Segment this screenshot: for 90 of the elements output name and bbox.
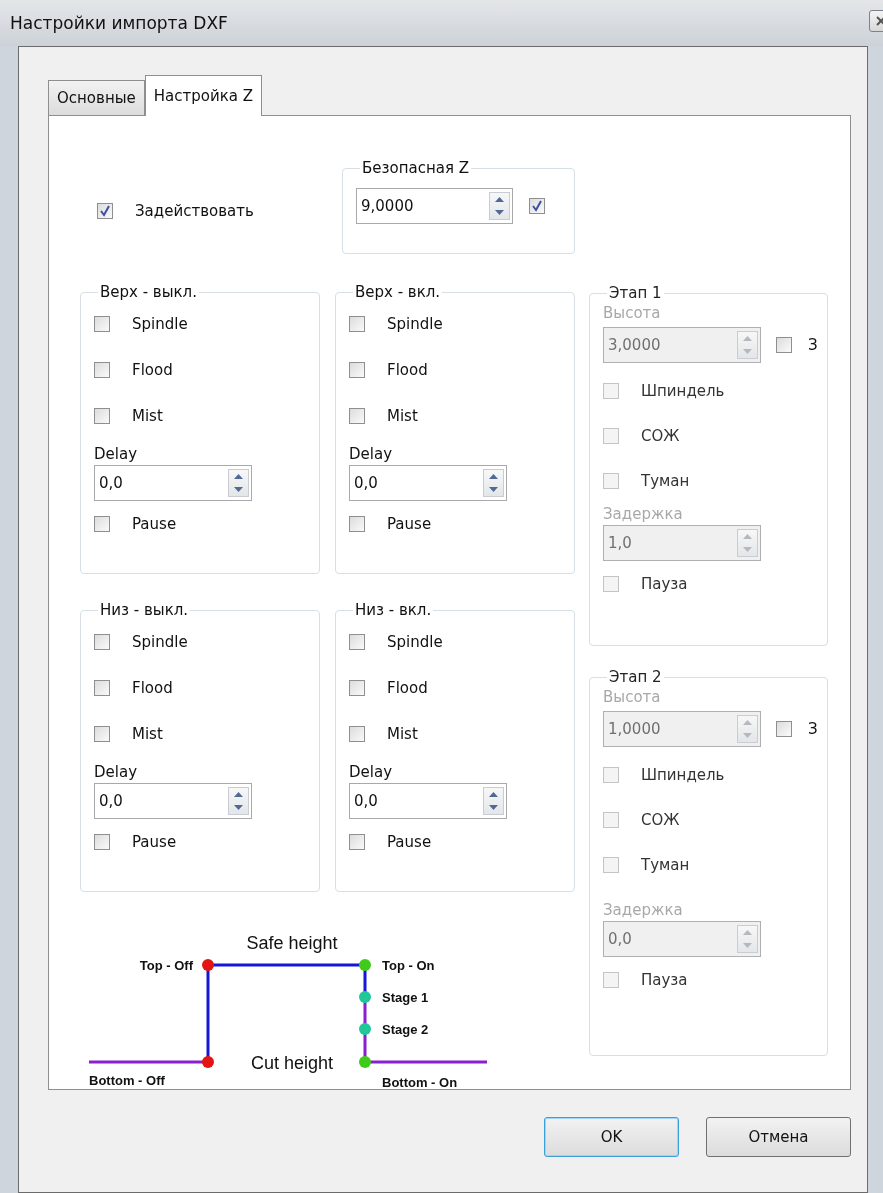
dialog-button[interactable]: OK xyxy=(544,1117,679,1157)
checkbox[interactable] xyxy=(94,634,110,650)
diagram-label: Cut height xyxy=(250,1053,334,1073)
checkbox[interactable] xyxy=(349,316,365,332)
checkbox-label: Задействовать xyxy=(135,201,254,220)
checkbox-label: СОЖ xyxy=(641,426,680,445)
diagram-label: Top - On xyxy=(382,958,435,973)
node-dot xyxy=(359,1023,371,1035)
checkbox[interactable] xyxy=(94,680,110,696)
number-field[interactable]: 9,0000 xyxy=(356,188,513,224)
checkbox[interactable] xyxy=(349,516,365,532)
checkbox-label: Flood xyxy=(132,361,173,379)
node-dot xyxy=(202,959,214,971)
height-label: Высота xyxy=(603,304,662,322)
checkbox-label: Flood xyxy=(387,679,428,697)
checkbox[interactable] xyxy=(94,408,110,424)
checkbox[interactable] xyxy=(529,198,545,214)
checkbox-label: Pause xyxy=(387,515,432,533)
checkbox-label: З xyxy=(808,336,818,354)
spinner-arrows-icon[interactable] xyxy=(483,469,504,497)
checkbox[interactable] xyxy=(94,834,110,850)
delay-label: Delay xyxy=(94,763,138,781)
checkbox-label: Pause xyxy=(132,515,177,533)
checkbox-label: Flood xyxy=(387,361,428,379)
window-title: Настройки импорта DXF xyxy=(10,13,228,33)
tab[interactable]: Настройка Z xyxy=(144,75,262,116)
checkbox[interactable] xyxy=(349,408,365,424)
checkbox[interactable] xyxy=(349,362,365,378)
delay-label: Delay xyxy=(349,445,393,463)
checkbox[interactable] xyxy=(94,316,110,332)
checkbox-label: Mist xyxy=(132,407,163,425)
group-title: Низ - вкл. xyxy=(354,601,433,619)
diagram-label: Bottom - Off xyxy=(89,1073,165,1088)
group-title: Низ - выкл. xyxy=(99,601,190,619)
spinner-arrows-icon[interactable] xyxy=(483,787,504,815)
stage-title: Этап 1 xyxy=(608,284,663,302)
checkbox-label: Туман xyxy=(641,471,690,490)
height-label: Высота xyxy=(603,688,662,706)
checkbox[interactable] xyxy=(349,680,365,696)
node-dot xyxy=(359,1056,371,1068)
checkbox[interactable] xyxy=(349,634,365,650)
number-field[interactable]: 0,0 xyxy=(349,465,507,501)
number-field[interactable]: 0,0 xyxy=(349,783,507,819)
group-title: Верх - выкл. xyxy=(99,283,198,301)
checkbox-label: Spindle xyxy=(132,633,188,651)
delay-label: Задержка xyxy=(603,901,684,919)
delay-label: Задержка xyxy=(603,505,684,523)
checkbox-label: Spindle xyxy=(387,633,443,651)
checkbox[interactable] xyxy=(94,726,110,742)
checkbox-label: Туман xyxy=(641,855,690,874)
spinner-arrows-icon[interactable] xyxy=(228,469,249,497)
checkbox-label: Mist xyxy=(387,407,418,425)
diagram-label: Bottom - On xyxy=(382,1075,458,1090)
checkbox-label: З xyxy=(808,720,818,738)
group-title: Верх - вкл. xyxy=(354,283,442,301)
delay-label: Delay xyxy=(349,763,393,781)
close-icon xyxy=(876,16,883,26)
diagram-label: Top - Off xyxy=(139,958,193,973)
checkbox[interactable] xyxy=(349,726,365,742)
checkbox-label: Pause xyxy=(387,833,432,851)
checkbox-label: Пауза xyxy=(641,971,688,989)
diagram-label: Safe height xyxy=(246,933,338,953)
checkbox-label: Шпиндель xyxy=(641,381,725,400)
tab[interactable]: Основные xyxy=(48,80,145,115)
node-dot xyxy=(202,1056,214,1068)
diagram-label: Stage 2 xyxy=(382,1022,429,1037)
checkbox[interactable] xyxy=(97,202,113,219)
checkbox-label: Spindle xyxy=(387,315,443,333)
checkbox-label: Mist xyxy=(387,725,418,743)
checkbox[interactable] xyxy=(349,834,365,850)
spinner-arrows-icon[interactable] xyxy=(228,787,249,815)
number-field[interactable]: 0,0 xyxy=(94,783,252,819)
group-title: Безопасная Z xyxy=(361,159,470,177)
checkbox-label: Пауза xyxy=(641,575,688,593)
node-dot xyxy=(359,959,371,971)
checkbox[interactable] xyxy=(94,362,110,378)
number-field[interactable]: 0,0 xyxy=(94,465,252,501)
checkbox[interactable] xyxy=(94,516,110,532)
checkbox-label: Spindle xyxy=(132,315,188,333)
diagram-label: Stage 1 xyxy=(382,990,429,1005)
checkbox-label: Шпиндель xyxy=(641,765,725,784)
stage-title: Этап 2 xyxy=(608,668,663,686)
checkbox-label: Pause xyxy=(132,833,177,851)
checkbox-label: СОЖ xyxy=(641,810,680,829)
spinner-arrows-icon[interactable] xyxy=(489,192,510,220)
checkbox-label: Flood xyxy=(132,679,173,697)
checkbox-label: Mist xyxy=(132,725,163,743)
delay-label: Delay xyxy=(94,445,138,463)
node-dot xyxy=(359,991,371,1003)
dialog-button[interactable]: Отмена xyxy=(706,1117,851,1157)
